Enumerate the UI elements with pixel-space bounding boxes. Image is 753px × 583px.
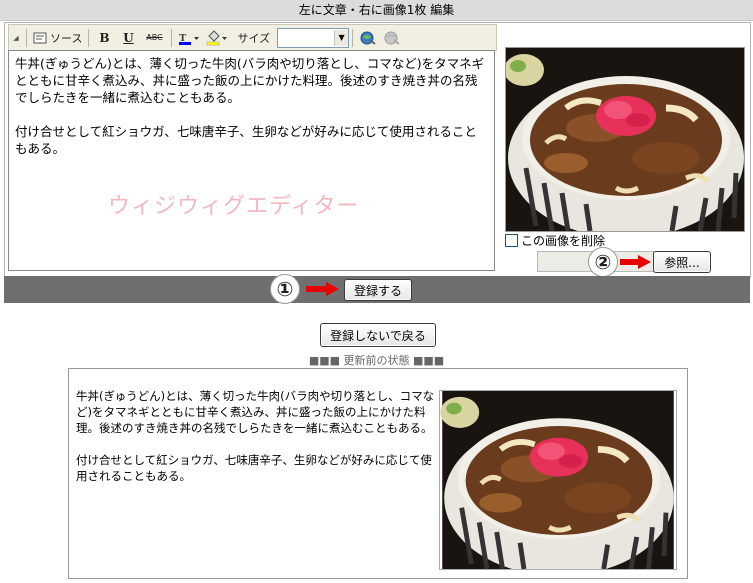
insert-link-button[interactable]	[357, 28, 379, 48]
arrow-right-icon	[620, 255, 651, 269]
delete-image-row: この画像を削除	[505, 232, 605, 249]
source-button[interactable]: ソース	[31, 28, 84, 48]
delete-image-label: この画像を削除	[521, 234, 606, 248]
toolbar-separator	[352, 28, 354, 47]
previous-state-heading: ■■■ 更新前の状態 ■■■	[308, 354, 445, 367]
editor-text-area[interactable]: 牛丼(ぎゅうどん)とは、薄く切った牛肉(バラ肉や切り落とし、コマなど)をタマネギ…	[8, 50, 495, 271]
preview-text: 牛丼(ぎゅうどん)とは、薄く切った牛肉(バラ肉や切り落とし、コマなど)をタマネギ…	[76, 388, 436, 500]
text-color-icon: T	[179, 32, 200, 45]
preview-gyudon-image	[439, 390, 677, 570]
editor-paragraph-1: 牛丼(ぎゅうどん)とは、薄く切った牛肉(バラ肉や切り落とし、コマなど)をタマネギ…	[15, 56, 485, 105]
arrow-right-icon	[306, 282, 339, 296]
preview-paragraph-2: 付け合せとして紅ショウガ、七味唐辛子、生卵などが好みに応じて使用されることもある…	[76, 453, 432, 483]
browse-button[interactable]: 参照...	[653, 251, 711, 273]
editor-toolbar: ◢ ソース B U ABC T サイズ ▼	[8, 24, 497, 51]
collapse-toolbar-icon[interactable]: ◢	[10, 28, 22, 48]
window-title: 左に文章・右に画像1枚 編集	[0, 0, 753, 21]
link-globe-icon	[360, 31, 376, 45]
underline-button[interactable]: U	[117, 28, 139, 48]
text-color-button[interactable]: T	[176, 28, 202, 48]
marker-one: ①	[270, 274, 300, 304]
size-label: サイズ	[237, 31, 271, 45]
remove-link-button[interactable]	[381, 28, 403, 48]
toolbar-separator	[171, 28, 173, 47]
bold-button[interactable]: B	[93, 28, 115, 48]
background-color-button[interactable]	[204, 28, 230, 48]
delete-image-checkbox[interactable]	[505, 234, 518, 247]
unlink-icon	[384, 31, 400, 45]
toolbar-separator	[88, 28, 90, 47]
back-without-saving-button[interactable]: 登録しないで戻る	[320, 323, 436, 347]
chevron-down-icon: ▼	[334, 29, 349, 46]
editor-paragraph-2: 付け合せとして紅ショウガ、七味唐辛子、生卵などが好みに応じて使用されることもある…	[15, 124, 477, 156]
font-size-select[interactable]: ▼	[277, 27, 350, 48]
strikethrough-button[interactable]: ABC	[141, 28, 167, 48]
gyudon-image	[505, 47, 745, 232]
preview-paragraph-1: 牛丼(ぎゅうどん)とは、薄く切った牛肉(バラ肉や切り落とし、コマなど)をタマネギ…	[76, 389, 435, 435]
paint-bucket-icon	[207, 29, 228, 45]
source-label: ソース	[50, 31, 83, 45]
register-button[interactable]: 登録する	[344, 279, 412, 301]
wysiwyg-watermark: ウィジウィグエディター	[108, 194, 360, 219]
toolbar-separator	[26, 28, 27, 47]
source-icon	[33, 32, 47, 43]
marker-two: ②	[588, 247, 618, 277]
